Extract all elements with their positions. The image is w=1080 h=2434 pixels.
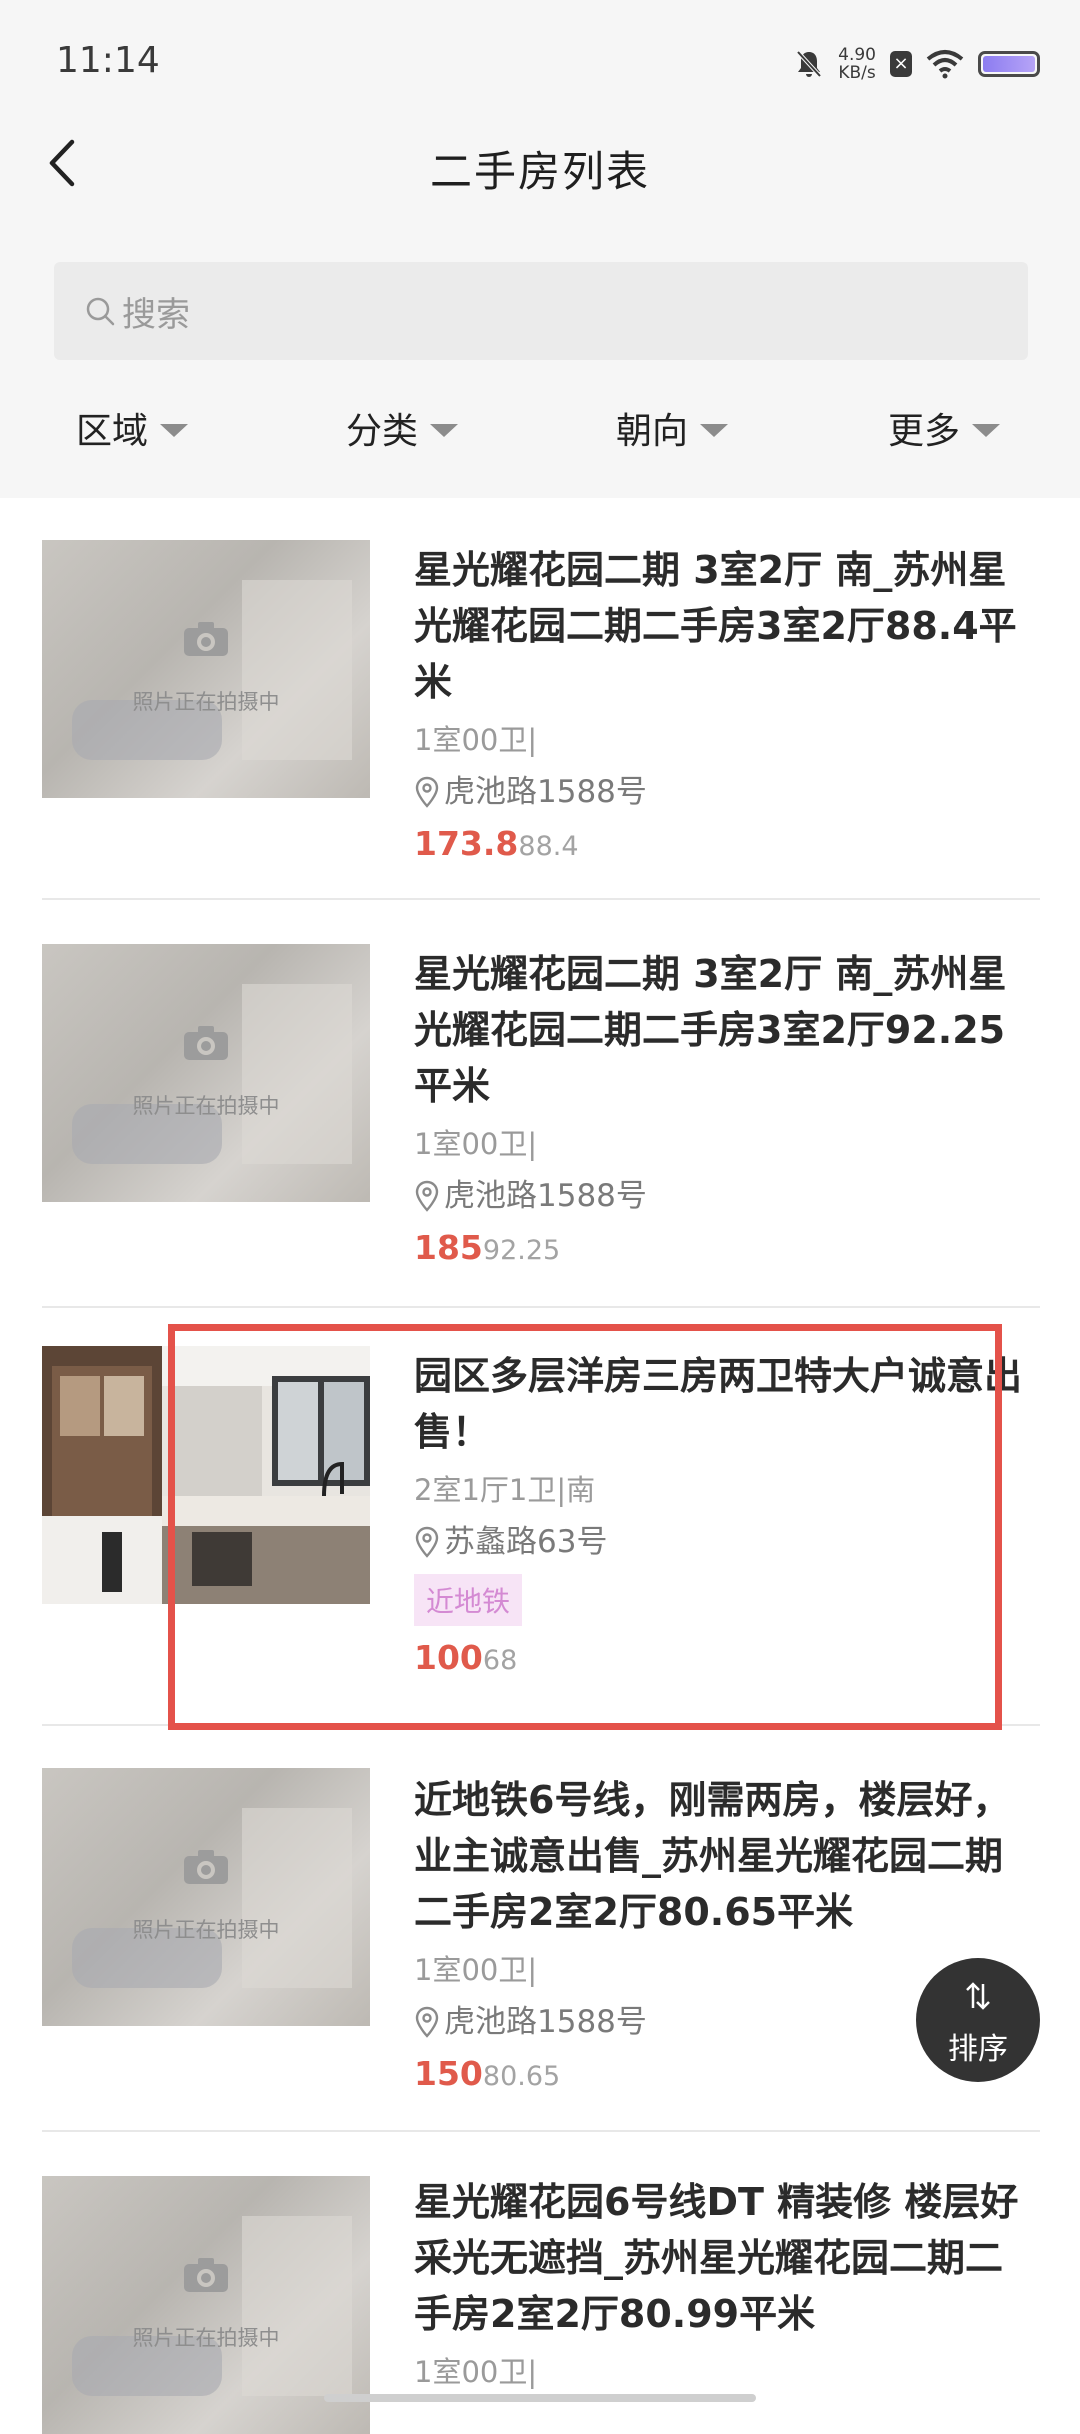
camera-icon bbox=[184, 622, 228, 656]
listing-info: 星光耀花园二期 3室2厅 南_苏州星光耀花园二期二手房3室2厅92.25平米 1… bbox=[414, 946, 1034, 1276]
speed-value: 4.90 bbox=[838, 45, 876, 65]
search-icon bbox=[86, 297, 115, 326]
photo-caption: 照片正在拍摄中 bbox=[132, 690, 280, 714]
photo-caption: 照片正在拍摄中 bbox=[132, 1918, 280, 1942]
network-speed: 4.90 KB/s bbox=[838, 46, 876, 82]
listing-rooms: 1室00卫| bbox=[414, 1127, 538, 1161]
x-box-icon: × bbox=[890, 51, 912, 77]
filter-label: 朝向 bbox=[616, 411, 689, 452]
listing-title: 星光耀花园6号线DT 精装修 楼层好采光无遮挡_苏州星光耀花园二期二手房2室2厅… bbox=[414, 2180, 1019, 2336]
listing-area: 88.4 bbox=[518, 831, 579, 862]
camera-icon bbox=[184, 1850, 228, 1884]
listing-address: 虎池路1588号 bbox=[444, 1178, 647, 1214]
listing-address: 虎池路1588号 bbox=[444, 2004, 647, 2040]
listing-rooms: 1室00卫| bbox=[414, 2355, 538, 2389]
sort-button[interactable]: 排序 bbox=[916, 1958, 1040, 2082]
highlight-box bbox=[168, 1324, 1002, 1730]
filter-label: 更多 bbox=[888, 411, 961, 452]
speed-unit: KB/s bbox=[838, 63, 876, 83]
camera-icon bbox=[184, 2258, 228, 2292]
divider bbox=[42, 2130, 1040, 2132]
listing-address-row: 虎池路1588号 bbox=[414, 1176, 1034, 1216]
listing-address: 虎池路1588号 bbox=[444, 774, 647, 810]
placeholder-photo: 照片正在拍摄中 bbox=[42, 1768, 370, 2026]
status-icons: 4.90 KB/s × bbox=[794, 40, 1040, 88]
caret-down-icon bbox=[430, 423, 459, 437]
filter-label: 分类 bbox=[346, 411, 419, 452]
listing-price: 173.8 bbox=[414, 824, 519, 863]
search-placeholder: 搜索 bbox=[122, 294, 190, 335]
mute-bell-icon bbox=[796, 50, 822, 78]
listing-title: 星光耀花园二期 3室2厅 南_苏州星光耀花园二期二手房3室2厅88.4平米 bbox=[414, 548, 1017, 704]
listing-price-row: 18592.25 bbox=[414, 1226, 1034, 1276]
listing-price: 185 bbox=[414, 1228, 483, 1267]
filter-category[interactable]: 分类 bbox=[346, 402, 459, 454]
location-pin-icon bbox=[415, 776, 439, 808]
placeholder-photo: 照片正在拍摄中 bbox=[42, 2176, 370, 2434]
listing-address-row: 虎池路1588号 bbox=[414, 772, 1034, 812]
location-pin-icon bbox=[415, 1180, 439, 1212]
filter-bar: 区域 分类 朝向 更多 bbox=[0, 390, 1080, 460]
divider bbox=[42, 1306, 1040, 1308]
home-indicator[interactable] bbox=[324, 2394, 756, 2402]
listing-price-row: 173.888.4 bbox=[414, 822, 1034, 872]
listing-area: 92.25 bbox=[482, 1235, 561, 1266]
wifi-icon bbox=[926, 50, 964, 79]
page-title: 二手房列表 bbox=[429, 147, 650, 196]
caret-down-icon bbox=[160, 423, 189, 437]
listing-info: 星光耀花园6号线DT 精装修 楼层好采光无遮挡_苏州星光耀花园二期二手房2室2厅… bbox=[414, 2174, 1034, 2392]
photo-caption: 照片正在拍摄中 bbox=[132, 2326, 280, 2350]
filter-orientation[interactable]: 朝向 bbox=[616, 402, 729, 454]
listing-info: 星光耀花园二期 3室2厅 南_苏州星光耀花园二期二手房3室2厅88.4平米 1室… bbox=[414, 542, 1034, 872]
placeholder-photo: 照片正在拍摄中 bbox=[42, 540, 370, 798]
listing-title: 近地铁6号线，刚需两房，楼层好，业主诚意出售_苏州星光耀花园二期二手房2室2厅8… bbox=[414, 1778, 1011, 1934]
search-input[interactable]: 搜索 bbox=[54, 262, 1028, 360]
status-time: 11:14 bbox=[56, 40, 160, 81]
listing-price: 150 bbox=[414, 2054, 483, 2093]
listing-title: 星光耀花园二期 3室2厅 南_苏州星光耀花园二期二手房3室2厅92.25平米 bbox=[414, 952, 1007, 1108]
placeholder-photo: 照片正在拍摄中 bbox=[42, 944, 370, 1202]
divider bbox=[42, 898, 1040, 900]
caret-down-icon bbox=[700, 423, 729, 437]
caret-down-icon bbox=[972, 423, 1001, 437]
battery-icon bbox=[978, 51, 1040, 77]
camera-icon bbox=[184, 1026, 228, 1060]
photo-caption: 照片正在拍摄中 bbox=[132, 1094, 280, 1118]
top-area: 11:14 4.90 KB/s × 二手房列表 搜索 区域 分类 朝向 更多 bbox=[0, 0, 1080, 498]
sort-arrows-icon bbox=[966, 1982, 990, 2010]
sort-label: 排序 bbox=[948, 2032, 1008, 2067]
listing-area: 80.65 bbox=[482, 2061, 561, 2092]
listing-rooms: 1室00卫| bbox=[414, 723, 538, 757]
location-pin-icon bbox=[415, 2006, 439, 2038]
filter-more[interactable]: 更多 bbox=[888, 402, 1001, 454]
filter-region[interactable]: 区域 bbox=[76, 402, 189, 454]
filter-label: 区域 bbox=[76, 411, 149, 452]
